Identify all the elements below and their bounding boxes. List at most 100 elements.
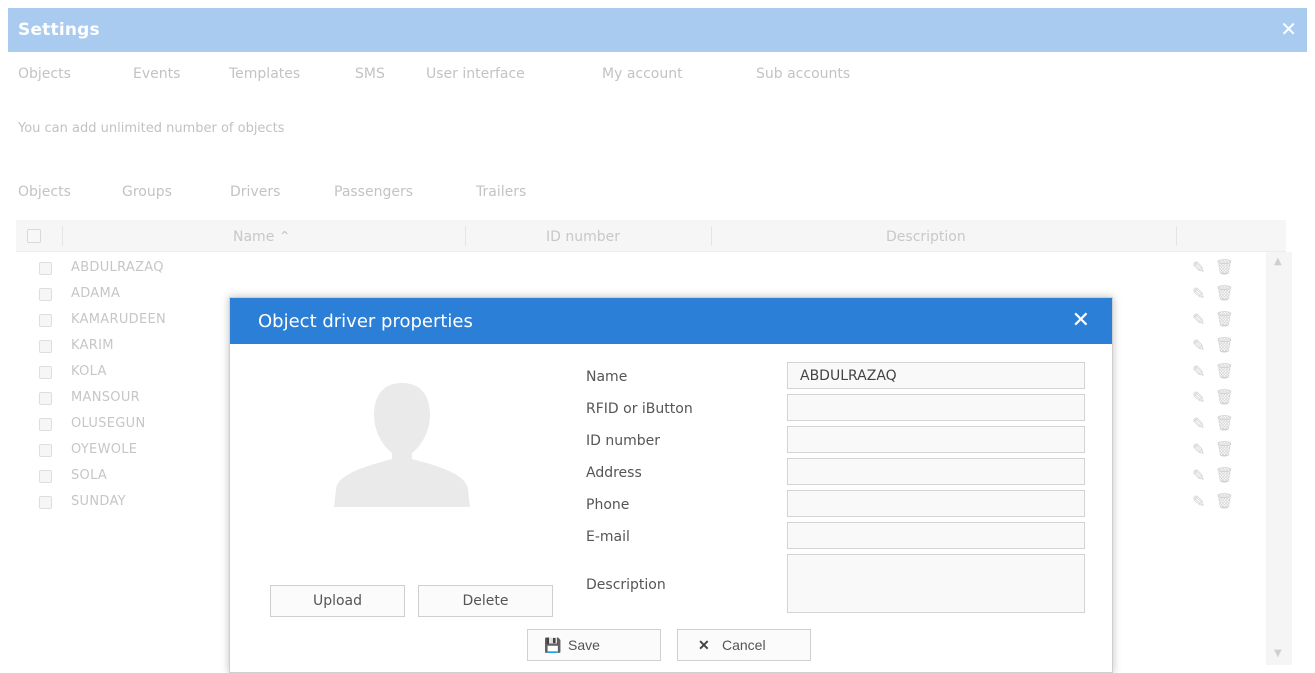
- row-checkbox[interactable]: [39, 262, 52, 275]
- row-checkbox[interactable]: [39, 496, 52, 509]
- driver-name: KOLA: [71, 364, 107, 379]
- save-button-label: Save: [568, 637, 600, 653]
- pencil-icon[interactable]: ✎: [1192, 466, 1205, 485]
- driver-name: MANSOUR: [71, 390, 140, 405]
- object-subtabs: Objects Groups Drivers Passengers Traile…: [8, 168, 1307, 212]
- trash-icon[interactable]: 🗑: [1215, 492, 1234, 510]
- row-checkbox[interactable]: [39, 392, 52, 405]
- driver-name: ABDULRAZAQ: [71, 260, 164, 275]
- driver-name: KAMARUDEEN: [71, 312, 167, 327]
- name-label: Name: [586, 369, 628, 385]
- save-disk-icon: 💾: [544, 637, 562, 653]
- driver-name: OYEWOLE: [71, 442, 138, 457]
- pencil-icon[interactable]: ✎: [1192, 492, 1205, 511]
- trash-icon[interactable]: 🗑: [1215, 466, 1234, 484]
- dialog-close-icon[interactable]: ✕: [1072, 308, 1090, 333]
- row-checkbox[interactable]: [39, 288, 52, 301]
- settings-close-icon[interactable]: ✕: [1280, 18, 1297, 40]
- cancel-button[interactable]: ✕ Cancel: [677, 629, 811, 661]
- cancel-button-label: Cancel: [722, 637, 766, 653]
- driver-name: OLUSEGUN: [71, 416, 146, 431]
- id-number-label: ID number: [586, 433, 660, 449]
- settings-title: Settings: [18, 20, 100, 40]
- scroll-down-arrow-icon[interactable]: ▼: [1274, 648, 1282, 659]
- email-field[interactable]: [787, 522, 1085, 549]
- row-checkbox[interactable]: [39, 418, 52, 431]
- delete-photo-button[interactable]: Delete: [418, 585, 553, 617]
- objects-info-text: You can add unlimited number of objects: [18, 121, 285, 136]
- pencil-icon[interactable]: ✎: [1192, 336, 1205, 355]
- table-row[interactable]: ABDULRAZAQ ✎ 🗑: [16, 255, 1266, 281]
- driver-photo-placeholder-icon: [334, 383, 470, 507]
- driver-name: ADAMA: [71, 286, 121, 301]
- column-header-id-number[interactable]: ID number: [546, 229, 620, 245]
- trash-icon[interactable]: 🗑: [1215, 336, 1234, 354]
- upload-photo-button[interactable]: Upload: [270, 585, 405, 617]
- subtab-drivers[interactable]: Drivers: [230, 184, 280, 200]
- dialog-title: Object driver properties: [258, 311, 473, 332]
- row-checkbox[interactable]: [39, 314, 52, 327]
- phone-label: Phone: [586, 497, 630, 513]
- column-header-name[interactable]: Name ⌃: [233, 229, 291, 245]
- drivers-grid-header: Name ⌃ ID number Description: [16, 220, 1286, 252]
- save-button[interactable]: 💾 Save: [527, 629, 661, 661]
- address-label: Address: [586, 465, 642, 481]
- subtab-groups[interactable]: Groups: [122, 184, 172, 200]
- dialog-titlebar: Object driver properties ✕: [230, 298, 1112, 344]
- scroll-up-arrow-icon[interactable]: ▲: [1274, 256, 1282, 267]
- object-driver-properties-dialog: Object driver properties ✕ Upload Delete…: [229, 297, 1113, 673]
- trash-icon[interactable]: 🗑: [1215, 284, 1234, 302]
- description-label: Description: [586, 577, 666, 593]
- row-checkbox[interactable]: [39, 340, 52, 353]
- subtab-passengers[interactable]: Passengers: [334, 184, 413, 200]
- driver-name: SUNDAY: [71, 494, 126, 509]
- row-checkbox[interactable]: [39, 366, 52, 379]
- rfid-field[interactable]: [787, 394, 1085, 421]
- trash-icon[interactable]: 🗑: [1215, 388, 1234, 406]
- pencil-icon[interactable]: ✎: [1192, 414, 1205, 433]
- phone-field[interactable]: [787, 490, 1085, 517]
- tab-sms[interactable]: SMS: [355, 66, 385, 82]
- name-field[interactable]: [787, 362, 1085, 389]
- grid-scrollbar[interactable]: ▲ ▼: [1266, 252, 1292, 665]
- tab-my-account[interactable]: My account: [602, 66, 683, 82]
- column-divider: [465, 226, 466, 246]
- trash-icon[interactable]: 🗑: [1215, 414, 1234, 432]
- row-checkbox[interactable]: [39, 444, 52, 457]
- settings-tabs: Objects Events Templates SMS User interf…: [8, 52, 1307, 100]
- pencil-icon[interactable]: ✎: [1192, 284, 1205, 303]
- rfid-label: RFID or iButton: [586, 401, 693, 417]
- address-field[interactable]: [787, 458, 1085, 485]
- tab-sub-accounts[interactable]: Sub accounts: [756, 66, 850, 82]
- settings-titlebar: Settings ✕: [8, 8, 1307, 52]
- column-name-label: Name: [233, 229, 275, 245]
- trash-icon[interactable]: 🗑: [1215, 440, 1234, 458]
- column-divider: [711, 226, 712, 246]
- driver-name: KARIM: [71, 338, 114, 353]
- id-number-field[interactable]: [787, 426, 1085, 453]
- column-header-description[interactable]: Description: [886, 229, 966, 245]
- trash-icon[interactable]: 🗑: [1215, 258, 1234, 276]
- subtab-objects[interactable]: Objects: [18, 184, 71, 200]
- trash-icon[interactable]: 🗑: [1215, 362, 1234, 380]
- row-checkbox[interactable]: [39, 470, 52, 483]
- column-divider: [62, 226, 63, 246]
- select-all-checkbox[interactable]: [27, 229, 41, 243]
- description-field[interactable]: [787, 554, 1085, 613]
- column-divider: [1176, 226, 1177, 246]
- subtab-trailers[interactable]: Trailers: [476, 184, 526, 200]
- email-label: E-mail: [586, 529, 630, 545]
- tab-objects[interactable]: Objects: [18, 66, 71, 82]
- pencil-icon[interactable]: ✎: [1192, 258, 1205, 277]
- cancel-x-icon: ✕: [698, 637, 710, 653]
- tab-templates[interactable]: Templates: [229, 66, 300, 82]
- pencil-icon[interactable]: ✎: [1192, 388, 1205, 407]
- tab-events[interactable]: Events: [133, 66, 180, 82]
- tab-user-interface[interactable]: User interface: [426, 66, 525, 82]
- driver-name: SOLA: [71, 468, 108, 483]
- pencil-icon[interactable]: ✎: [1192, 362, 1205, 381]
- pencil-icon[interactable]: ✎: [1192, 310, 1205, 329]
- trash-icon[interactable]: 🗑: [1215, 310, 1234, 328]
- pencil-icon[interactable]: ✎: [1192, 440, 1205, 459]
- sort-ascending-icon: ⌃: [278, 229, 291, 245]
